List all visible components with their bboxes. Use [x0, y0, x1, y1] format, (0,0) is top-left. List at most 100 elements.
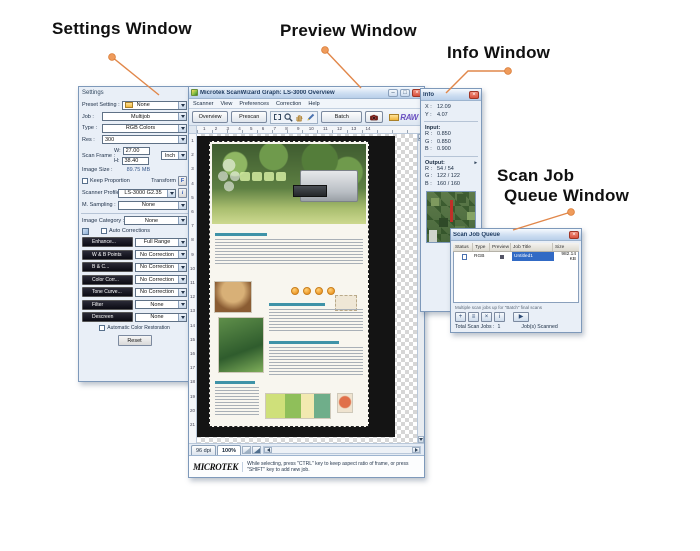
- menu-help[interactable]: Help: [308, 101, 319, 107]
- tab-96dpi[interactable]: 96 dpi: [191, 445, 216, 455]
- unit-dropdown[interactable]: Inch: [161, 151, 187, 160]
- minimize-button[interactable]: –: [388, 88, 398, 97]
- brightness-contrast-button[interactable]: B & C...: [82, 262, 133, 272]
- m-sampling-dropdown[interactable]: None: [118, 200, 187, 210]
- input-r-readout: R :0.850: [425, 131, 451, 137]
- queue-window-title: Scan Job Queue: [453, 231, 501, 238]
- job-info-button[interactable]: i: [494, 312, 505, 322]
- reset-button[interactable]: Reset: [117, 334, 152, 346]
- menu-correction[interactable]: Correction: [276, 101, 301, 107]
- column-status[interactable]: Status: [453, 243, 473, 251]
- keep-proportion-checkbox[interactable]: [82, 177, 88, 184]
- jobs-scanned-label: Job(s) Scanned: [521, 324, 558, 330]
- pan-hand-icon[interactable]: [295, 113, 304, 122]
- info-close-button[interactable]: ×: [469, 90, 479, 99]
- horizontal-ruler-numbers: 1 2 3 4 5 6 7 8 9 10 11 12 13 14: [197, 126, 424, 133]
- cursor-x-readout: X :12.09: [425, 104, 451, 110]
- transform-button[interactable]: F: [178, 175, 187, 186]
- enhance-dropdown[interactable]: Full Range: [135, 237, 187, 247]
- preset-setting-label: Preset Setting :: [82, 102, 120, 108]
- page-forest-photo: [212, 144, 366, 224]
- descreen-button[interactable]: Descreen: [82, 312, 133, 322]
- raw-folder-icon: [389, 113, 400, 121]
- queue-callout-dot: [567, 208, 575, 216]
- scroll-right-icon[interactable]: [412, 447, 420, 453]
- page-paragraph: [269, 309, 363, 333]
- wb-points-button[interactable]: W & B Points: [82, 249, 133, 260]
- overview-button[interactable]: Overview: [192, 111, 229, 123]
- filter-button[interactable]: Filter: [82, 299, 133, 310]
- scanned-page-preview[interactable]: [209, 141, 369, 427]
- preset-setting-value: None: [136, 102, 150, 108]
- page-scanner-photo: [293, 170, 358, 202]
- job-title[interactable]: Untitled1: [512, 252, 554, 261]
- auto-color-restoration-label: Automatic Color Restoration: [107, 324, 170, 331]
- wb-points-dropdown[interactable]: No Correction: [135, 250, 187, 259]
- raw-button[interactable]: RAW: [386, 111, 421, 124]
- enhance-button[interactable]: Enhance...: [82, 237, 133, 247]
- descreen-dropdown[interactable]: None: [135, 312, 187, 322]
- zoom-out-tool-icon[interactable]: [242, 446, 252, 454]
- profile-info-button[interactable]: i: [178, 188, 187, 198]
- brightness-contrast-dropdown[interactable]: No Correction: [135, 262, 187, 272]
- tone-curve-button[interactable]: Tone Curve...: [82, 287, 133, 297]
- job-dropdown[interactable]: Multijob: [102, 112, 187, 121]
- queue-job-list[interactable]: RGB Untitled1 982.14 KB: [453, 252, 579, 303]
- add-job-button[interactable]: +: [455, 312, 466, 322]
- queue-titlebar[interactable]: Scan Job Queue ×: [451, 229, 581, 241]
- tone-curve-dropdown[interactable]: No Correction: [135, 287, 187, 297]
- color-correction-button[interactable]: Color Corr...: [82, 274, 133, 285]
- scan-button[interactable]: [365, 111, 384, 123]
- frame-select-icon[interactable]: [273, 113, 282, 122]
- info-titlebar[interactable]: Info ×: [421, 89, 481, 101]
- batch-button[interactable]: Batch: [321, 111, 363, 123]
- pencil-icon[interactable]: [306, 113, 315, 122]
- queue-window-label-line2: Queue Window: [504, 186, 630, 205]
- magnifier-icon[interactable]: [284, 112, 293, 122]
- zoom-in-tool-icon[interactable]: [252, 446, 262, 454]
- page-flower-photo: [337, 393, 353, 413]
- preview-canvas[interactable]: [197, 134, 424, 443]
- tab-100pct[interactable]: 100%: [217, 445, 242, 455]
- keep-proportion-label: Keep Proportion: [90, 177, 130, 184]
- column-preview[interactable]: Preview: [490, 243, 511, 251]
- scan-job-button[interactable]: ▶: [513, 312, 529, 322]
- auto-color-restoration-checkbox[interactable]: [99, 324, 106, 331]
- scanner-profile-dropdown[interactable]: LS-3000 G2.35: [118, 188, 176, 198]
- scroll-left-icon[interactable]: [264, 447, 273, 453]
- column-type[interactable]: Type: [473, 243, 490, 251]
- width-field[interactable]: 27.00: [122, 146, 150, 155]
- height-field[interactable]: 38.40: [121, 156, 149, 165]
- horizontal-ruler: 1 2 3 4 5 6 7 8 9 10 11 12 13 14: [189, 126, 424, 134]
- res-dropdown[interactable]: 300: [102, 135, 187, 144]
- column-size[interactable]: Size: [553, 243, 579, 251]
- page-plant-photo: [218, 317, 264, 373]
- type-dropdown[interactable]: RGB Colors: [102, 123, 187, 133]
- scroll-down-icon[interactable]: [418, 436, 424, 443]
- image-category-dropdown[interactable]: None: [124, 216, 187, 225]
- auto-corrections-checkbox[interactable]: [101, 228, 107, 234]
- dropdown-arrow-icon: [167, 189, 175, 197]
- menu-view[interactable]: View: [221, 101, 233, 107]
- menu-preferences[interactable]: Preferences: [239, 101, 269, 107]
- delete-job-button[interactable]: ×: [481, 312, 492, 322]
- horizontal-scrollbar[interactable]: [263, 446, 421, 454]
- prescan-button[interactable]: Prescan: [231, 111, 268, 123]
- duplicate-job-button[interactable]: ≡: [468, 312, 479, 322]
- maximize-button[interactable]: □: [400, 88, 410, 97]
- column-job-title[interactable]: Job Title: [511, 243, 553, 251]
- type-label: Type :: [82, 125, 97, 131]
- queue-job-row[interactable]: RGB Untitled1 982.14 KB: [454, 252, 578, 262]
- filter-dropdown[interactable]: None: [135, 300, 187, 309]
- preview-titlebar[interactable]: Microtek ScanWizard Graph: LS-3000 Overv…: [189, 87, 424, 99]
- queue-close-button[interactable]: ×: [569, 230, 579, 239]
- settings-callout-dot: [108, 53, 116, 61]
- ruler-origin-box: [189, 126, 197, 133]
- corrections-mode-icon[interactable]: [82, 227, 89, 235]
- menu-scanner[interactable]: Scanner: [193, 101, 214, 107]
- scan-frame-label: Scan Frame :: [82, 152, 116, 159]
- color-correction-dropdown[interactable]: No Correction: [135, 275, 187, 284]
- dropdown-arrow-icon: [178, 288, 186, 296]
- output-b-readout: B :160 / 160: [425, 180, 460, 187]
- preset-setting-dropdown[interactable]: None: [121, 100, 187, 110]
